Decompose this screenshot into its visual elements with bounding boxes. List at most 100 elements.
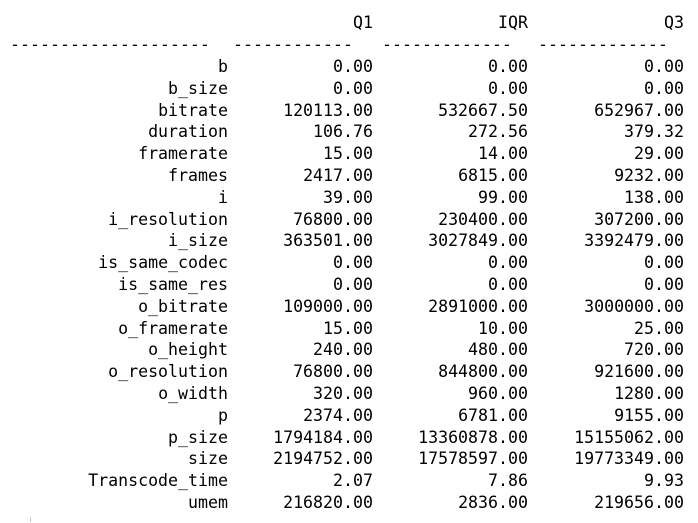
row-q3: 921600.00	[594, 362, 684, 382]
separator-iqr: -------------	[382, 35, 512, 54]
row-q3: 9232.00	[614, 166, 684, 185]
table-row: Transcode_time 2.07 7.86 9.93	[0, 470, 698, 492]
table-row: i_resolution 76800.00 230400.00 307200.00	[0, 209, 698, 231]
console-output: Q1 IQR Q3 -------------------- ---------…	[0, 0, 698, 523]
table-row: framerate 15.00 14.00 29.00	[0, 143, 698, 165]
table-row: frames 2417.00 6815.00 9232.00	[0, 165, 698, 187]
row-q1: 39.00	[323, 187, 373, 207]
row-q1: 0.00	[333, 57, 373, 76]
row-q3: 19773349.00	[574, 449, 684, 469]
row-q1: 0.00	[333, 275, 373, 294]
row-iqr: 17578597.00	[418, 449, 528, 469]
row-q1: 109000.00	[283, 296, 373, 316]
row-name: duration	[148, 122, 228, 142]
row-name: framerate	[138, 144, 228, 164]
row-iqr: 7.86	[488, 471, 528, 491]
row-iqr: 230400.00	[438, 209, 528, 229]
row-q1: 320.00	[313, 384, 373, 403]
header-q1: Q1	[353, 13, 373, 32]
row-name: Transcode_time	[88, 471, 228, 491]
row-iqr: 6815.00	[458, 166, 528, 185]
row-q3: 3392479.00	[584, 231, 684, 251]
row-iqr: 532667.50	[438, 100, 528, 120]
row-name: is_same_res	[118, 275, 228, 294]
row-q1: 1794184.00	[273, 427, 373, 447]
table-row: duration 106.76 272.56 379.32	[0, 121, 698, 143]
row-iqr: 10.00	[478, 318, 528, 338]
row-iqr: 6781.00	[458, 405, 528, 425]
row-q3: 9155.00	[614, 405, 684, 425]
row-q3: 15155062.00	[574, 427, 684, 447]
row-q1: 216820.00	[283, 493, 373, 512]
row-name: is_same_codec	[98, 253, 228, 273]
row-name: o_bitrate	[138, 296, 228, 316]
row-iqr: 272.56	[468, 122, 528, 142]
row-q3: 9.93	[644, 471, 684, 491]
table-row: size 2194752.00 17578597.00 19773349.00	[0, 448, 698, 470]
row-q3: 0.00	[644, 275, 684, 294]
row-q3: 0.00	[644, 78, 684, 98]
row-q1: 363501.00	[283, 231, 373, 251]
row-iqr: 99.00	[478, 187, 528, 207]
table-row: p 2374.00 6781.00 9155.00	[0, 405, 698, 427]
row-q1: 15.00	[323, 144, 373, 164]
table-header: Q1 IQR Q3	[0, 12, 698, 34]
row-q1: 0.00	[333, 253, 373, 273]
row-q3: 307200.00	[594, 209, 684, 229]
row-q3: 0.00	[644, 57, 684, 76]
row-iqr: 13360878.00	[418, 427, 528, 447]
row-q1: 120113.00	[283, 100, 373, 120]
row-q3: 379.32	[624, 122, 684, 142]
row-name: i_size	[168, 231, 228, 251]
row-q1: 0.00	[333, 78, 373, 98]
row-q3: 138.00	[624, 187, 684, 207]
table-row: o_resolution 76800.00 844800.00 921600.00	[0, 361, 698, 383]
row-q1: 106.76	[313, 122, 373, 142]
row-q1: 2417.00	[303, 166, 373, 185]
cursor-mark	[30, 517, 31, 522]
row-name: b	[218, 57, 228, 76]
row-name: o_width	[158, 384, 228, 403]
row-iqr: 844800.00	[438, 362, 528, 382]
row-q3: 0.00	[644, 253, 684, 273]
table-row: is_same_res 0.00 0.00 0.00	[0, 274, 698, 296]
row-name: o_framerate	[118, 318, 228, 338]
row-q3: 1280.00	[614, 384, 684, 403]
separator-q1: ------------	[233, 35, 353, 54]
row-iqr: 960.00	[468, 384, 528, 403]
row-q1: 76800.00	[293, 362, 373, 382]
table-row: o_height 240.00 480.00 720.00	[0, 339, 698, 361]
header-q3: Q3	[664, 13, 684, 32]
table-row: is_same_codec 0.00 0.00 0.00	[0, 252, 698, 274]
row-name: i_resolution	[108, 209, 228, 229]
row-iqr: 480.00	[468, 340, 528, 360]
table-row: umem 216820.00 2836.00 219656.00	[0, 492, 698, 514]
row-name: frames	[168, 166, 228, 185]
separator-name: --------------------	[10, 35, 210, 54]
table-row: o_width 320.00 960.00 1280.00	[0, 383, 698, 405]
row-name: b_size	[168, 78, 228, 98]
row-q3: 25.00	[634, 318, 684, 338]
row-name: i	[218, 187, 228, 207]
row-q1: 2.07	[333, 471, 373, 491]
row-iqr: 2891000.00	[428, 296, 528, 316]
row-iqr: 0.00	[488, 78, 528, 98]
row-iqr: 0.00	[488, 253, 528, 273]
table-separator: -------------------- ------------ ------…	[0, 34, 698, 56]
row-q1: 76800.00	[293, 209, 373, 229]
row-iqr: 0.00	[488, 275, 528, 294]
separator-q3: -------------	[538, 35, 668, 54]
row-q3: 720.00	[624, 340, 684, 360]
row-name: o_height	[148, 340, 228, 360]
row-q3: 219656.00	[594, 493, 684, 512]
row-q1: 240.00	[313, 340, 373, 360]
table-row: p_size 1794184.00 13360878.00 15155062.00	[0, 427, 698, 449]
row-iqr: 14.00	[478, 144, 528, 164]
row-iqr: 3027849.00	[428, 231, 528, 251]
table-row: bitrate 120113.00 532667.50 652967.00	[0, 100, 698, 122]
table-row: i 39.00 99.00 138.00	[0, 187, 698, 209]
row-iqr: 0.00	[488, 57, 528, 76]
row-q1: 2194752.00	[273, 449, 373, 469]
row-name: o_resolution	[108, 362, 228, 382]
table-row: b 0.00 0.00 0.00	[0, 56, 698, 78]
